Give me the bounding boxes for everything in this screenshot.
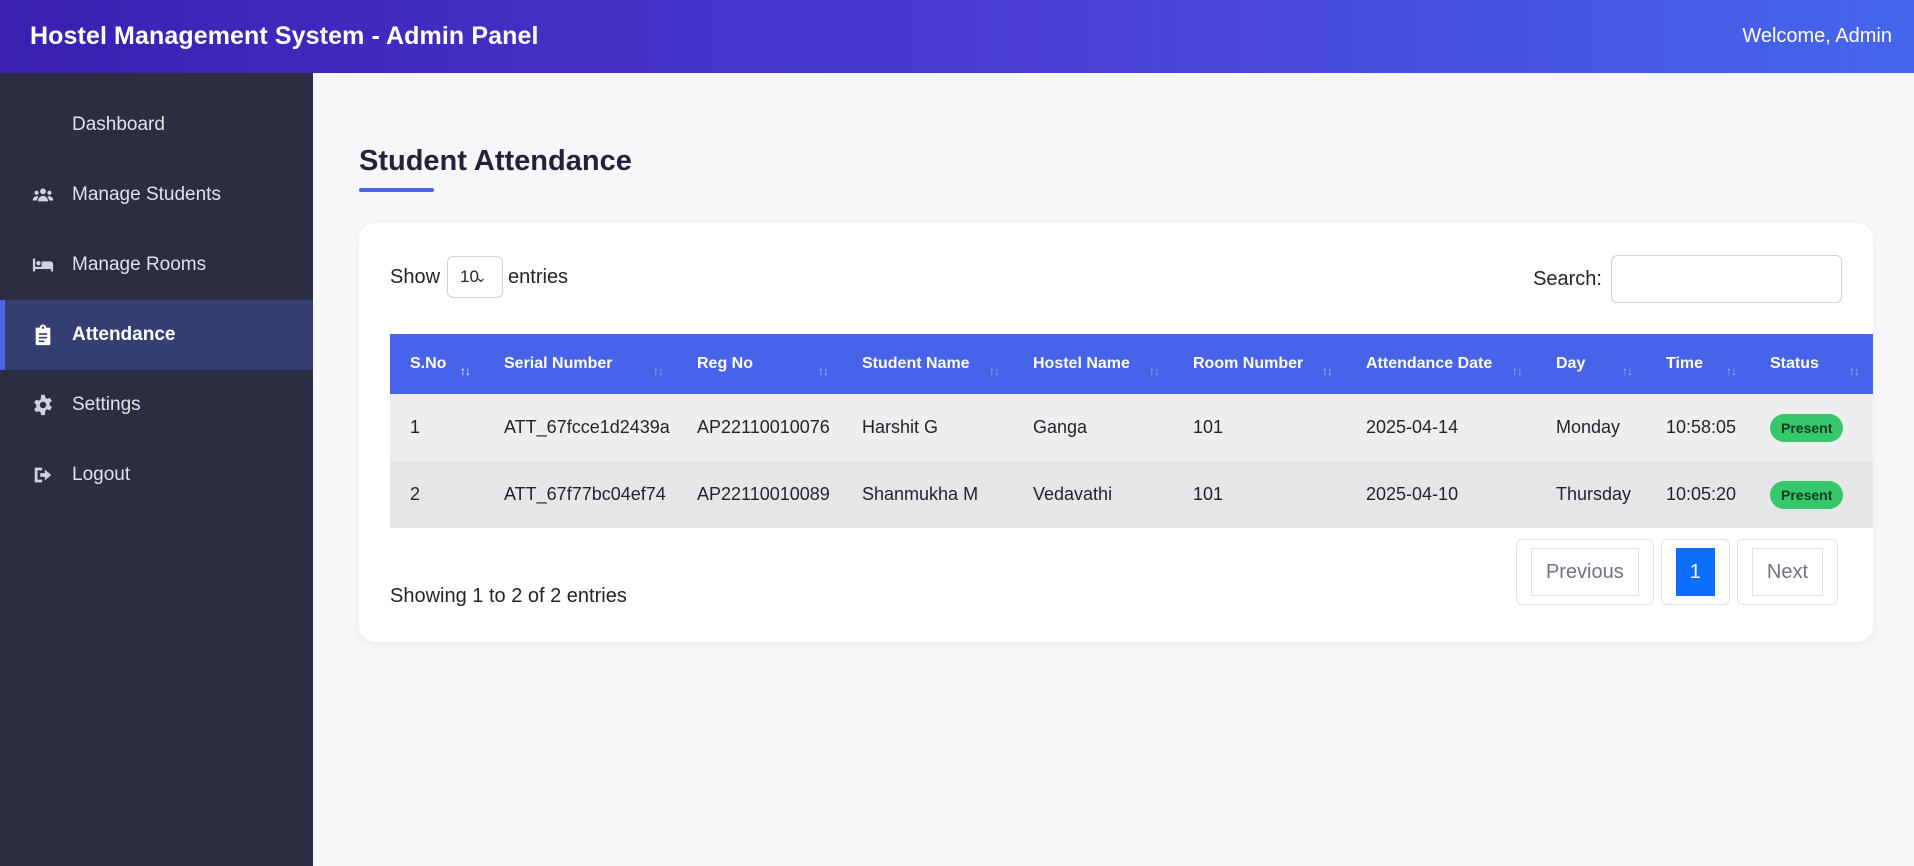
cell-serial-number: ATT_67f77bc04ef74 bbox=[504, 484, 666, 504]
table-row: 1 ATT_67fcce1d2439a AP22110010076 Harshi… bbox=[390, 394, 1873, 461]
sort-icon: ↑↓ bbox=[1322, 364, 1333, 378]
sidebar-item-manage-students[interactable]: Manage Students bbox=[0, 160, 313, 230]
chevron-down-icon: ⌄ bbox=[475, 269, 487, 285]
table-header-row: S.No ↑↓ Serial Number ↑↓ Reg No ↑↓ Student … bbox=[390, 334, 1873, 394]
previous-page-button-wrap: Previous bbox=[1515, 539, 1654, 605]
main-content: Student Attendance Show 10 ⌄ entries Sea… bbox=[313, 73, 1914, 866]
title-underline bbox=[359, 188, 434, 192]
column-header-room-number[interactable]: Room Number ↑↓ bbox=[1173, 334, 1346, 394]
next-page-button[interactable]: Next bbox=[1751, 548, 1823, 596]
cell-time: 10:58:05 bbox=[1666, 417, 1737, 437]
search-label: Search: bbox=[1533, 267, 1602, 290]
cell-status: Present bbox=[1750, 394, 1873, 461]
sort-icon: ↑↓ bbox=[1512, 364, 1523, 378]
table-info: Showing 1 to 2 of 2 entries bbox=[390, 585, 627, 607]
cell-hostel-name: Ganga bbox=[1033, 417, 1088, 437]
users-icon bbox=[30, 184, 56, 206]
cell-room-number: 101 bbox=[1193, 417, 1224, 437]
sidebar-item-label: Dashboard bbox=[72, 114, 165, 135]
show-label: Show bbox=[390, 265, 441, 288]
app-title: Hostel Management System - Admin Panel bbox=[30, 22, 539, 50]
next-page-button-wrap: Next bbox=[1736, 539, 1838, 605]
cell-serial-number: ATT_67fcce1d2439a bbox=[504, 417, 670, 437]
column-header-serial-number[interactable]: Serial Number ↑↓ bbox=[484, 334, 677, 394]
attendance-card: Show 10 ⌄ entries Search: S.No ↑↓ Serial … bbox=[359, 223, 1873, 642]
show-entries-control: Show 10 ⌄ entries bbox=[390, 256, 568, 298]
sort-icon: ↑↓ bbox=[653, 364, 664, 378]
sort-icon: ↑↓ bbox=[818, 364, 829, 378]
sidebar-item-logout[interactable]: Logout bbox=[0, 440, 313, 510]
cell-reg-no: AP22110010089 bbox=[697, 484, 830, 504]
entries-length-select[interactable]: 10 ⌄ bbox=[447, 256, 504, 298]
column-header-hostel-name[interactable]: Hostel Name ↑↓ bbox=[1013, 334, 1173, 394]
cell-sno: 1 bbox=[410, 417, 421, 437]
cell-day: Thursday bbox=[1556, 484, 1632, 504]
cell-reg-no: AP22110010076 bbox=[697, 417, 830, 437]
column-header-status[interactable]: Status ↑↓ bbox=[1750, 334, 1873, 394]
page-title: Student Attendance bbox=[359, 145, 632, 177]
sidebar-item-dashboard[interactable]: Dashboard bbox=[0, 90, 313, 160]
entries-label: entries bbox=[508, 265, 569, 288]
search-input[interactable] bbox=[1611, 255, 1842, 303]
cell-student-name: Harshit G bbox=[862, 417, 939, 437]
page-1-button[interactable]: 1 bbox=[1675, 548, 1715, 596]
sidebar-item-label: Manage Students bbox=[72, 184, 221, 205]
sort-icon: ↑↓ bbox=[460, 364, 471, 378]
sort-icon: ↑↓ bbox=[1622, 364, 1633, 378]
cell-attendance-date: 2025-04-10 bbox=[1366, 484, 1459, 504]
sidebar-item-label: Settings bbox=[72, 394, 141, 415]
status-badge: Present bbox=[1770, 413, 1844, 442]
pagination: Previous 1 Next bbox=[1509, 539, 1838, 605]
column-header-day[interactable]: Day ↑↓ bbox=[1536, 334, 1646, 394]
column-header-attendance-date[interactable]: Attendance Date ↑↓ bbox=[1346, 334, 1536, 394]
welcome-text: Welcome, Admin bbox=[1742, 25, 1892, 47]
dashboard-icon bbox=[30, 114, 56, 136]
sidebar-item-settings[interactable]: Settings bbox=[0, 370, 313, 440]
sidebar: Dashboard Manage Students Manage Rooms A… bbox=[0, 73, 313, 866]
attendance-table: S.No ↑↓ Serial Number ↑↓ Reg No ↑↓ Student … bbox=[390, 334, 1873, 528]
column-header-time[interactable]: Time ↑↓ bbox=[1646, 334, 1750, 394]
cell-student-name: Shanmukha M bbox=[862, 484, 979, 504]
cell-day: Monday bbox=[1556, 417, 1621, 437]
column-header-sno[interactable]: S.No ↑↓ bbox=[390, 334, 484, 394]
column-header-reg-no[interactable]: Reg No ↑↓ bbox=[677, 334, 842, 394]
sidebar-item-label: Logout bbox=[72, 464, 131, 485]
gear-icon bbox=[30, 394, 56, 416]
previous-page-button[interactable]: Previous bbox=[1530, 548, 1639, 596]
sidebar-item-attendance[interactable]: Attendance bbox=[0, 300, 313, 370]
sort-icon: ↑↓ bbox=[989, 364, 1000, 378]
sidebar-item-manage-rooms[interactable]: Manage Rooms bbox=[0, 230, 313, 300]
cell-room-number: 101 bbox=[1193, 484, 1224, 504]
cell-status: Present bbox=[1750, 461, 1873, 528]
search-control: Search: bbox=[1533, 255, 1842, 303]
column-header-student-name[interactable]: Student Name ↑↓ bbox=[842, 334, 1013, 394]
cell-time: 10:05:20 bbox=[1666, 484, 1737, 504]
top-header: Hostel Management System - Admin Panel W… bbox=[0, 0, 1914, 73]
sidebar-item-label: Attendance bbox=[72, 324, 176, 345]
cell-hostel-name: Vedavathi bbox=[1033, 484, 1113, 504]
logout-icon bbox=[30, 464, 56, 486]
cell-attendance-date: 2025-04-14 bbox=[1366, 417, 1459, 437]
table-row: 2 ATT_67f77bc04ef74 AP22110010089 Shanmu… bbox=[390, 461, 1873, 528]
page-number-wrap: 1 bbox=[1660, 539, 1730, 605]
sort-icon: ↑↓ bbox=[1149, 364, 1160, 378]
cell-sno: 2 bbox=[410, 484, 421, 504]
clipboard-icon bbox=[30, 324, 56, 346]
sidebar-item-label: Manage Rooms bbox=[72, 254, 207, 275]
status-badge: Present bbox=[1770, 480, 1844, 509]
bed-icon bbox=[30, 254, 56, 276]
sort-icon: ↑↓ bbox=[1849, 364, 1860, 378]
sort-icon: ↑↓ bbox=[1726, 364, 1737, 378]
